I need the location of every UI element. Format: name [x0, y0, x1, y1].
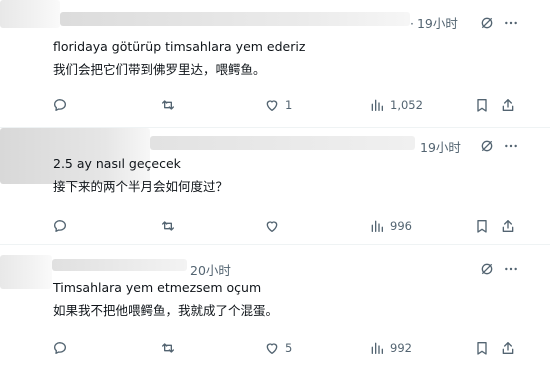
repost-icon [162, 343, 174, 353]
reply-button[interactable] [52, 339, 73, 357]
like-button[interactable]: 1 [264, 96, 292, 114]
views-button[interactable]: 996 [369, 217, 412, 235]
like-count: 1 [285, 98, 293, 112]
share-icon [502, 99, 514, 111]
views-button[interactable]: 992 [369, 339, 412, 357]
action-bar: 1 1,052 [0, 96, 550, 114]
views-bar-chart-icon [371, 220, 383, 232]
speech-bubble-icon [54, 99, 66, 111]
avatar[interactable] [0, 255, 52, 289]
avatar[interactable] [0, 0, 60, 28]
reply-text-translated: 我们会把它们带到佛罗里达，喂鳄鱼。 [53, 62, 266, 77]
heart-icon [266, 343, 278, 354]
repost-button[interactable] [160, 96, 181, 114]
more-icon[interactable] [503, 15, 519, 31]
heart-icon [266, 221, 278, 232]
reply-item[interactable]: 19小时 2.5 ay nasıl geçecek 接下来的两个半月会如何度过？… [0, 128, 550, 244]
views-count: 1,052 [390, 98, 423, 112]
like-button[interactable] [264, 217, 285, 235]
share-button[interactable] [500, 96, 516, 114]
reply-item[interactable]: 20小时 Timsahlara yem etmezsem oçum 如果我不把他… [0, 245, 550, 368]
grok-icon[interactable] [479, 15, 495, 31]
bookmark-button[interactable] [474, 339, 490, 357]
share-icon [502, 342, 514, 354]
action-bar: 5 992 [0, 339, 550, 357]
bookmark-icon [477, 99, 487, 112]
repost-button[interactable] [160, 217, 181, 235]
reply-item[interactable]: · 19小时 floridaya götürüp timsahlara yem e… [0, 0, 550, 127]
action-bar: 996 [0, 217, 550, 235]
like-count: 5 [285, 341, 293, 355]
reply-button[interactable] [52, 96, 73, 114]
bookmark-icon [477, 220, 487, 233]
timestamp[interactable]: 20小时 [190, 260, 231, 279]
heart-icon [266, 100, 278, 111]
author-name[interactable] [52, 259, 187, 271]
author-name[interactable] [150, 136, 415, 150]
bookmark-button[interactable] [474, 217, 490, 235]
share-button[interactable] [500, 339, 516, 357]
views-bar-chart-icon [371, 342, 383, 354]
views-button[interactable]: 1,052 [369, 96, 423, 114]
views-bar-chart-icon [371, 99, 383, 111]
like-button[interactable]: 5 [264, 339, 292, 357]
bookmark-icon [477, 342, 487, 355]
share-button[interactable] [500, 217, 516, 235]
more-icon[interactable] [503, 138, 519, 154]
reply-text-original: 2.5 ay nasıl geçecek [53, 156, 181, 171]
bookmark-button[interactable] [474, 96, 490, 114]
grok-icon[interactable] [479, 261, 495, 277]
more-icon[interactable] [503, 261, 519, 277]
author-name[interactable] [60, 12, 410, 26]
speech-bubble-icon [54, 342, 66, 354]
repost-icon [162, 221, 174, 231]
reply-button[interactable] [52, 217, 73, 235]
reply-text-translated: 接下来的两个半月会如何度过？ [53, 179, 229, 194]
timestamp[interactable]: 19小时 [420, 137, 461, 156]
views-count: 992 [390, 341, 412, 355]
repost-button[interactable] [160, 339, 181, 357]
reply-text-translated: 如果我不把他喂鳄鱼，我就成了个混蛋。 [53, 303, 279, 318]
grok-icon[interactable] [479, 138, 495, 154]
views-count: 996 [390, 219, 412, 233]
reply-text-original: Timsahlara yem etmezsem oçum [53, 280, 262, 295]
reply-text-original: floridaya götürüp timsahlara yem ederiz [53, 39, 306, 54]
timestamp[interactable]: · 19小时 [410, 13, 458, 32]
repost-icon [162, 100, 174, 110]
speech-bubble-icon [54, 220, 66, 232]
share-icon [502, 220, 514, 232]
